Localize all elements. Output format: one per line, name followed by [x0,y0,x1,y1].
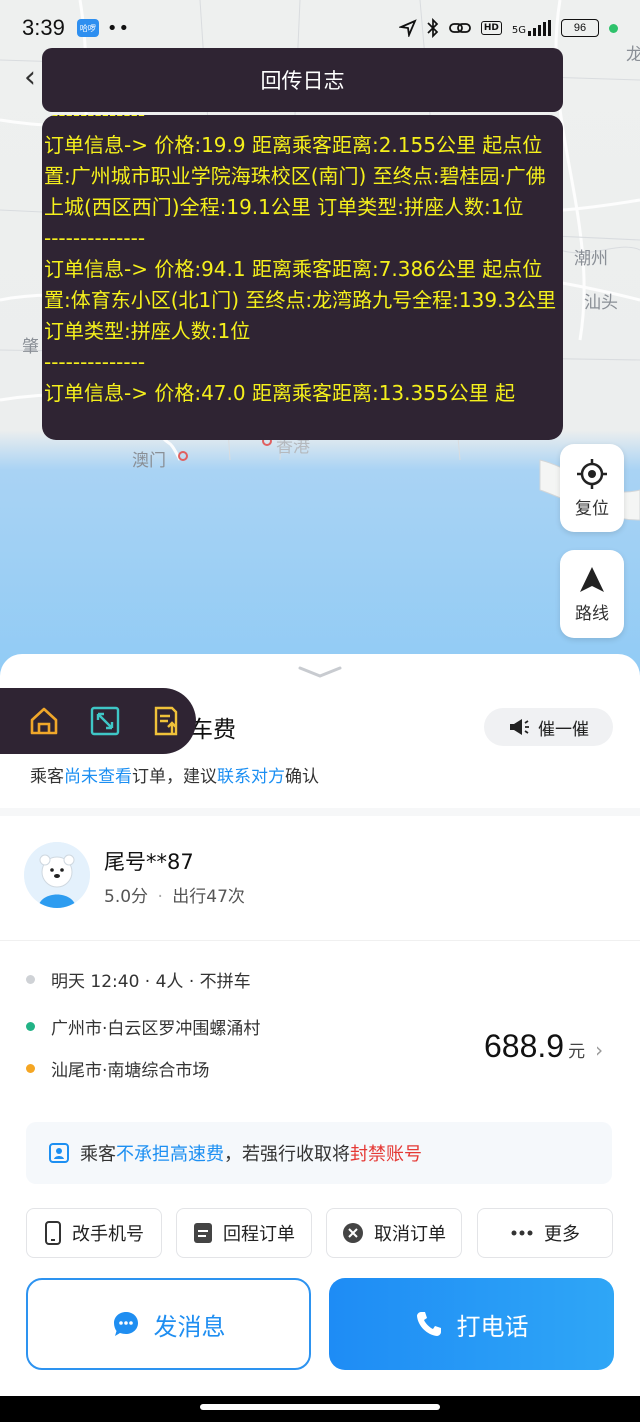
log-entry: 订单信息-> 价格:94.1 距离乘客距离:7.386公里 起点位置:体育东小区… [44,257,557,343]
hd-icon: HD [480,21,502,35]
phone-call-icon [416,1312,441,1336]
trip-to: 汕尾市·南塘综合市场 [51,1061,210,1081]
call-button[interactable]: 打电话 [329,1278,614,1370]
log-separator: -------------- [44,115,561,130]
return-order-label: 回程订单 [223,1224,295,1245]
log-entry: 订单信息-> 价格:19.9 距离乘客距离:2.155公里 起点位置:广州城市职… [44,133,546,219]
trip-to-row: 汕尾市·南塘综合市场 [26,1056,209,1081]
not-viewed-link[interactable]: 尚未查看 [64,767,132,787]
resize-icon [90,706,120,736]
back-arrow-icon[interactable]: ‹ [24,60,36,95]
trip-from: 广州市·白云区罗冲围螺涌村 [51,1019,261,1039]
map-label-chaozhou: 潮州 [574,249,608,269]
status-time: 3:39 [22,15,65,40]
more-button[interactable]: 更多 [477,1208,613,1258]
phone-device-icon [45,1221,61,1245]
send-message-button[interactable]: 发消息 [26,1278,311,1370]
log-header[interactable]: 回传日志 [42,48,563,112]
price-value: 688.9 [484,1028,565,1064]
passenger-rating: 5.0分 [104,887,149,907]
log-panel[interactable]: -------------- 订单信息-> 价格:19.9 距离乘客距离:2.1… [42,115,563,440]
log-entry: 订单信息-> 价格:47.0 距离乘客距离:13.355公里 起 [44,381,516,405]
map-label-zhaoqing: 肇 [22,337,39,357]
stats-separator: · [157,887,163,907]
chevron-right-icon: › [595,1038,604,1062]
notice-prefix: 乘客 [80,1144,116,1165]
home-indicator[interactable] [200,1404,440,1410]
floating-toolbar [0,688,196,754]
signal-icon [528,20,551,36]
bluetooth-icon [427,18,439,38]
close-circle-icon [343,1223,363,1243]
privacy-dot [609,23,618,33]
megaphone-icon [510,719,529,735]
locate-label: 复位 [575,498,609,519]
more-dots-icon [511,1230,533,1236]
map-label-shantou: 汕头 [584,293,618,313]
change-phone-button[interactable]: 改手机号 [26,1208,162,1258]
price-unit: 元 [568,1042,586,1062]
log-tool-button[interactable] [135,705,196,737]
trip-time-info: 明天 12:40 · 4人 · 不拼车 [51,972,251,992]
chat-bubble-icon [113,1312,138,1336]
location-arrow-icon [398,19,417,37]
return-order-button[interactable]: 回程订单 [176,1208,312,1258]
route-label: 路线 [575,603,609,624]
crosshair-icon [577,458,607,489]
notification-dots: •• [106,17,131,39]
notice-highlight-ban: 封禁账号 [350,1144,422,1165]
network-type: 5G [511,25,526,36]
log-title: 回传日志 [260,69,345,93]
passenger-tip: 乘客尚未查看订单，建议联系对方确认 [30,762,319,787]
contact-link[interactable]: 联系对方 [217,767,285,787]
urge-label: 催一催 [538,719,589,740]
app-badge-icon: 哈啰 [76,19,99,37]
time-dot-icon [26,975,35,984]
urge-button[interactable]: 催一催 [484,708,613,746]
log-separator: -------------- [44,226,146,250]
document-upload-icon [154,706,177,736]
price-detail[interactable]: 688.9 元 › [484,1028,603,1065]
notice-mid: ，若强行收取将 [224,1144,350,1165]
route-button[interactable]: 路线 [560,550,624,638]
tip-suffix: 确认 [285,767,319,787]
passenger-trips: 出行47次 [172,887,245,907]
notice-highlight-highway: 不承担高速费 [116,1144,224,1165]
fee-title: 车费 [190,717,236,743]
resize-tool-button[interactable] [75,705,136,737]
passenger-stats: 5.0分 · 出行47次 [104,882,245,907]
divider [0,940,640,941]
avatar[interactable] [24,842,90,908]
section-divider [0,808,640,816]
passenger-card-icon [49,1143,69,1163]
change-phone-label: 改手机号 [72,1224,144,1245]
tip-mid: 订单，建议 [132,767,217,787]
polar-bear-avatar-icon [24,842,90,908]
end-dot-icon [26,1064,35,1073]
send-message-label: 发消息 [153,1312,226,1341]
call-label: 打电话 [456,1312,529,1341]
locate-button[interactable]: 复位 [560,444,624,532]
home-tool-button[interactable] [14,705,75,737]
highway-fee-notice: 乘客不承担高速费，若强行收取将封禁账号 [26,1122,612,1184]
navigation-arrow-icon [580,566,604,592]
macau-marker-icon [178,451,188,461]
log-separator: -------------- [44,350,146,374]
sheet-handle-chevron-icon[interactable] [296,664,344,680]
map-label-macau: 澳门 [132,451,166,471]
tip-prefix: 乘客 [30,767,64,787]
trip-time-row: 明天 12:40 · 4人 · 不拼车 [26,967,251,992]
passenger-name: 尾号**87 [104,850,194,874]
list-doc-icon [194,1223,212,1243]
start-dot-icon [26,1022,35,1031]
cancel-order-label: 取消订单 [374,1224,446,1245]
link-icon [448,23,471,33]
trip-from-row: 广州市·白云区罗冲围螺涌村 [26,1014,260,1039]
more-label: 更多 [544,1224,580,1245]
cancel-order-button[interactable]: 取消订单 [326,1208,462,1258]
home-icon [31,707,58,735]
battery-icon: 96 [561,19,599,37]
